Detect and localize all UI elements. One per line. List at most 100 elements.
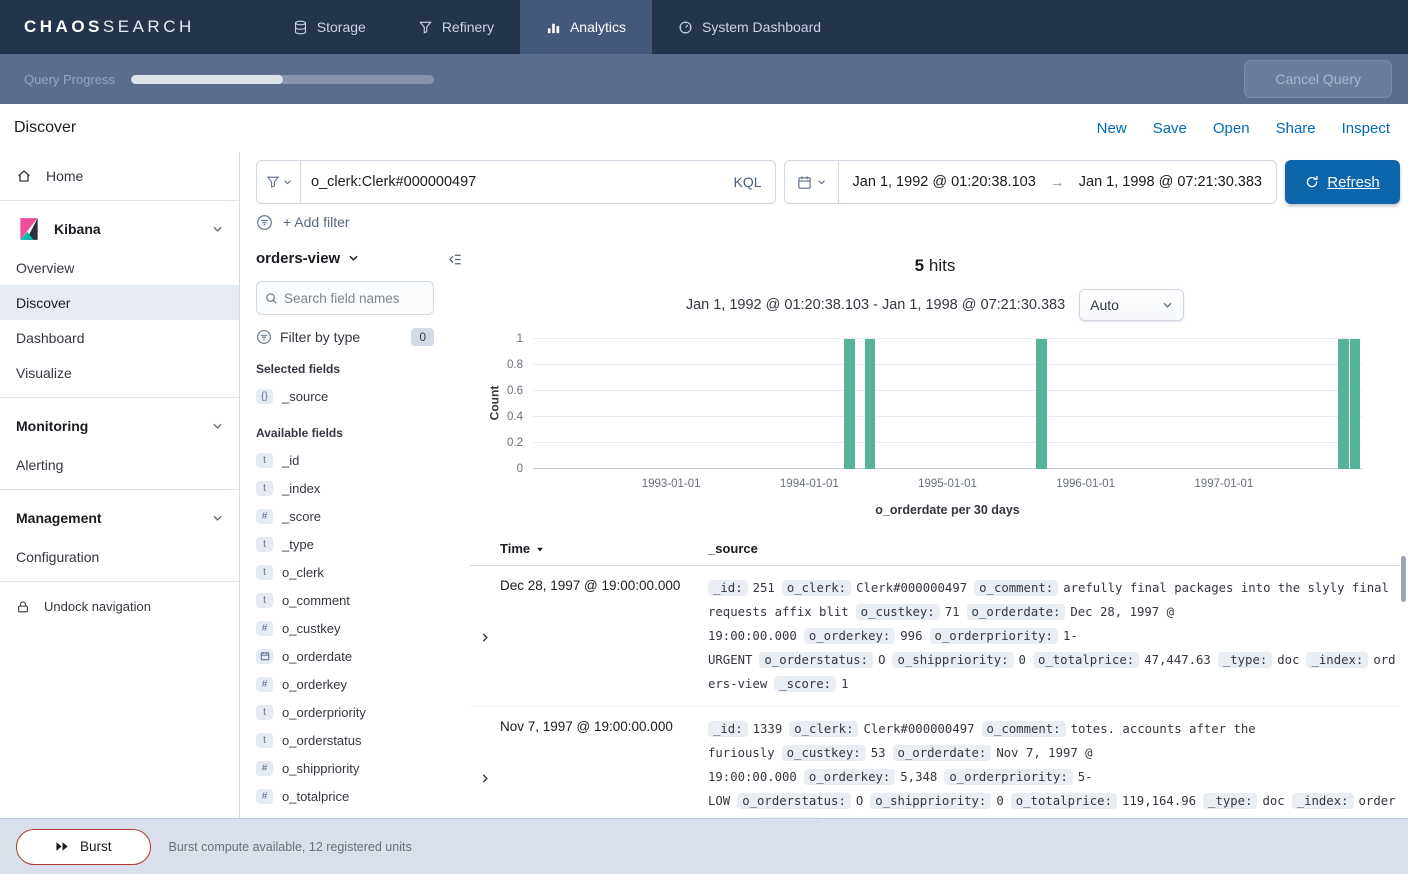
field-item-o-shippriority[interactable]: #o_shippriority — [256, 754, 434, 782]
field-value: 5,348 — [900, 770, 937, 784]
date-range-start[interactable]: Jan 1, 1992 @ 01:20:38.103 — [839, 174, 1050, 190]
interval-select[interactable]: Auto — [1079, 289, 1184, 321]
sidebar-item-label: Visualize — [16, 365, 72, 381]
field-item--index[interactable]: t_index — [256, 474, 434, 502]
field-name: o_shippriority — [282, 761, 359, 776]
time-column-header[interactable]: Time — [500, 541, 708, 556]
histogram-chart: Count 00.20.40.60.811993-01-011994-01-01… — [533, 339, 1362, 469]
header-action-save[interactable]: Save — [1153, 120, 1187, 137]
sidebar-item-label: Home — [46, 168, 83, 184]
undock-navigation-button[interactable]: Undock navigation — [0, 589, 239, 624]
index-pattern-select[interactable]: orders-view — [256, 250, 359, 267]
field-item--id[interactable]: t_id — [256, 446, 434, 474]
app-root: CHAOSSEARCH StorageRefineryAnalyticsSyst… — [0, 0, 1408, 874]
filter-by-type-button[interactable]: Filter by type 0 — [256, 328, 434, 346]
chart-plot[interactable]: 00.20.40.60.811993-01-011994-01-011995-0… — [533, 339, 1362, 469]
sidebar-item-dashboard[interactable]: Dashboard — [0, 320, 239, 355]
sidebar-item-label: Dashboard — [16, 330, 85, 346]
footer-bar: Burst Burst compute available, 12 regist… — [0, 818, 1408, 874]
sidebar-item-alerting[interactable]: Alerting — [0, 447, 239, 482]
field-search — [256, 281, 434, 315]
field-name: _type — [282, 537, 314, 552]
field-item--source[interactable]: {}_source — [256, 382, 434, 410]
add-filter-button[interactable]: + Add filter — [283, 214, 350, 230]
header-action-open[interactable]: Open — [1213, 120, 1250, 137]
collapse-fields-panel-icon[interactable] — [447, 252, 462, 267]
field-value: 996 — [900, 629, 922, 643]
header-action-inspect[interactable]: Inspect — [1342, 120, 1390, 137]
field-key: o_comment: — [982, 721, 1066, 737]
sidebar-item-overview[interactable]: Overview — [0, 250, 239, 285]
source-field-icon: {} — [256, 389, 273, 404]
field-key: _type: — [1203, 793, 1257, 809]
saved-query-menu-button[interactable] — [257, 161, 301, 203]
field-search-input[interactable] — [284, 291, 425, 306]
sidebar-item-configuration[interactable]: Configuration — [0, 539, 239, 574]
home-icon — [16, 168, 32, 184]
histogram-bar[interactable] — [1338, 339, 1349, 469]
field-name: _index — [282, 481, 320, 496]
page-header: Discover NewSaveOpenShareInspect — [0, 104, 1408, 152]
topnav-tab-refinery[interactable]: Refinery — [392, 0, 520, 54]
field-value: O — [878, 653, 885, 667]
fields-panel: orders-view Filter by type 0 S — [256, 242, 470, 818]
field-value: 1 — [841, 677, 848, 691]
field-item-o-orderdate[interactable]: o_orderdate — [256, 642, 434, 670]
burst-button[interactable]: Burst — [16, 829, 151, 865]
header-action-new[interactable]: New — [1097, 120, 1127, 137]
lock-icon — [16, 600, 30, 614]
field-item--score[interactable]: #_score — [256, 502, 434, 530]
sidebar-group-monitoring[interactable]: Monitoring — [0, 405, 239, 447]
topnav-tab-storage[interactable]: Storage — [267, 0, 392, 54]
field-item-o-orderpriority[interactable]: to_orderpriority — [256, 698, 434, 726]
filter-count-badge: 0 — [411, 328, 434, 346]
filter-options-icon[interactable] — [256, 214, 273, 231]
field-item-o-totalprice[interactable]: #o_totalprice — [256, 782, 434, 810]
field-item-o-custkey[interactable]: #o_custkey — [256, 614, 434, 642]
vertical-scrollbar[interactable] — [1401, 556, 1406, 602]
sidebar-group-kibana[interactable]: Kibana — [0, 208, 239, 250]
histogram-bar[interactable] — [1036, 339, 1047, 469]
expand-row-icon[interactable] — [470, 576, 500, 696]
burst-fast-forward-icon — [55, 839, 70, 854]
topnav-tab-system-dashboard[interactable]: System Dashboard — [652, 0, 847, 54]
string-field-icon: t — [256, 565, 273, 580]
kibana-logo — [16, 216, 42, 242]
histogram-bar[interactable] — [865, 339, 876, 469]
sidebar-item-visualize[interactable]: Visualize — [0, 355, 239, 390]
sidebar-item-label: Undock navigation — [44, 599, 151, 614]
calendar-menu-button[interactable] — [785, 161, 839, 203]
query-input[interactable] — [301, 174, 721, 190]
query-language-button[interactable]: KQL — [721, 174, 775, 190]
field-item--type[interactable]: t _type — [256, 530, 434, 558]
divider — [0, 200, 239, 201]
field-name: o_custkey — [282, 621, 341, 636]
chevron-down-icon — [212, 513, 223, 524]
field-item-o-orderkey[interactable]: #o_orderkey — [256, 670, 434, 698]
histogram-bar[interactable] — [1350, 339, 1361, 469]
cancel-query-button[interactable]: Cancel Query — [1244, 60, 1392, 98]
field-item-o-clerk[interactable]: to_clerk — [256, 558, 434, 586]
refresh-button[interactable]: Refresh — [1285, 160, 1400, 204]
topnav-tab-analytics[interactable]: Analytics — [520, 0, 652, 54]
field-value: Clerk#000000497 — [863, 722, 974, 736]
field-item-o-comment[interactable]: to_comment — [256, 586, 434, 614]
sidebar-group-management[interactable]: Management — [0, 497, 239, 539]
sidebar-group-label: Monitoring — [16, 418, 88, 434]
histogram-bar[interactable] — [844, 339, 855, 469]
left-navigation: Home KibanaOverviewDiscover Dashboard Visua… — [0, 152, 240, 818]
row-time: Dec 28, 1997 @ 19:00:00.000 — [500, 576, 708, 696]
date-range-end[interactable]: Jan 1, 1998 @ 07:21:30.383 — [1065, 174, 1276, 190]
chaossearch-logo: CHAOSSEARCH — [0, 0, 221, 54]
field-item-o-orderstatus[interactable]: to_orderstatus — [256, 726, 434, 754]
sidebar-item-discover[interactable]: Discover — [0, 285, 239, 320]
string-field-icon: t — [256, 537, 273, 552]
expand-row-icon[interactable] — [470, 717, 500, 818]
field-key: o_shippriority: — [892, 652, 1013, 668]
field-key: o_orderstatus: — [759, 652, 873, 668]
field-key: o_clerk: — [789, 721, 858, 737]
header-action-share[interactable]: Share — [1276, 120, 1316, 137]
chart-y-axis-label: Count — [487, 386, 501, 421]
gridline — [533, 390, 1362, 391]
sidebar-item-home[interactable]: Home — [0, 158, 239, 193]
